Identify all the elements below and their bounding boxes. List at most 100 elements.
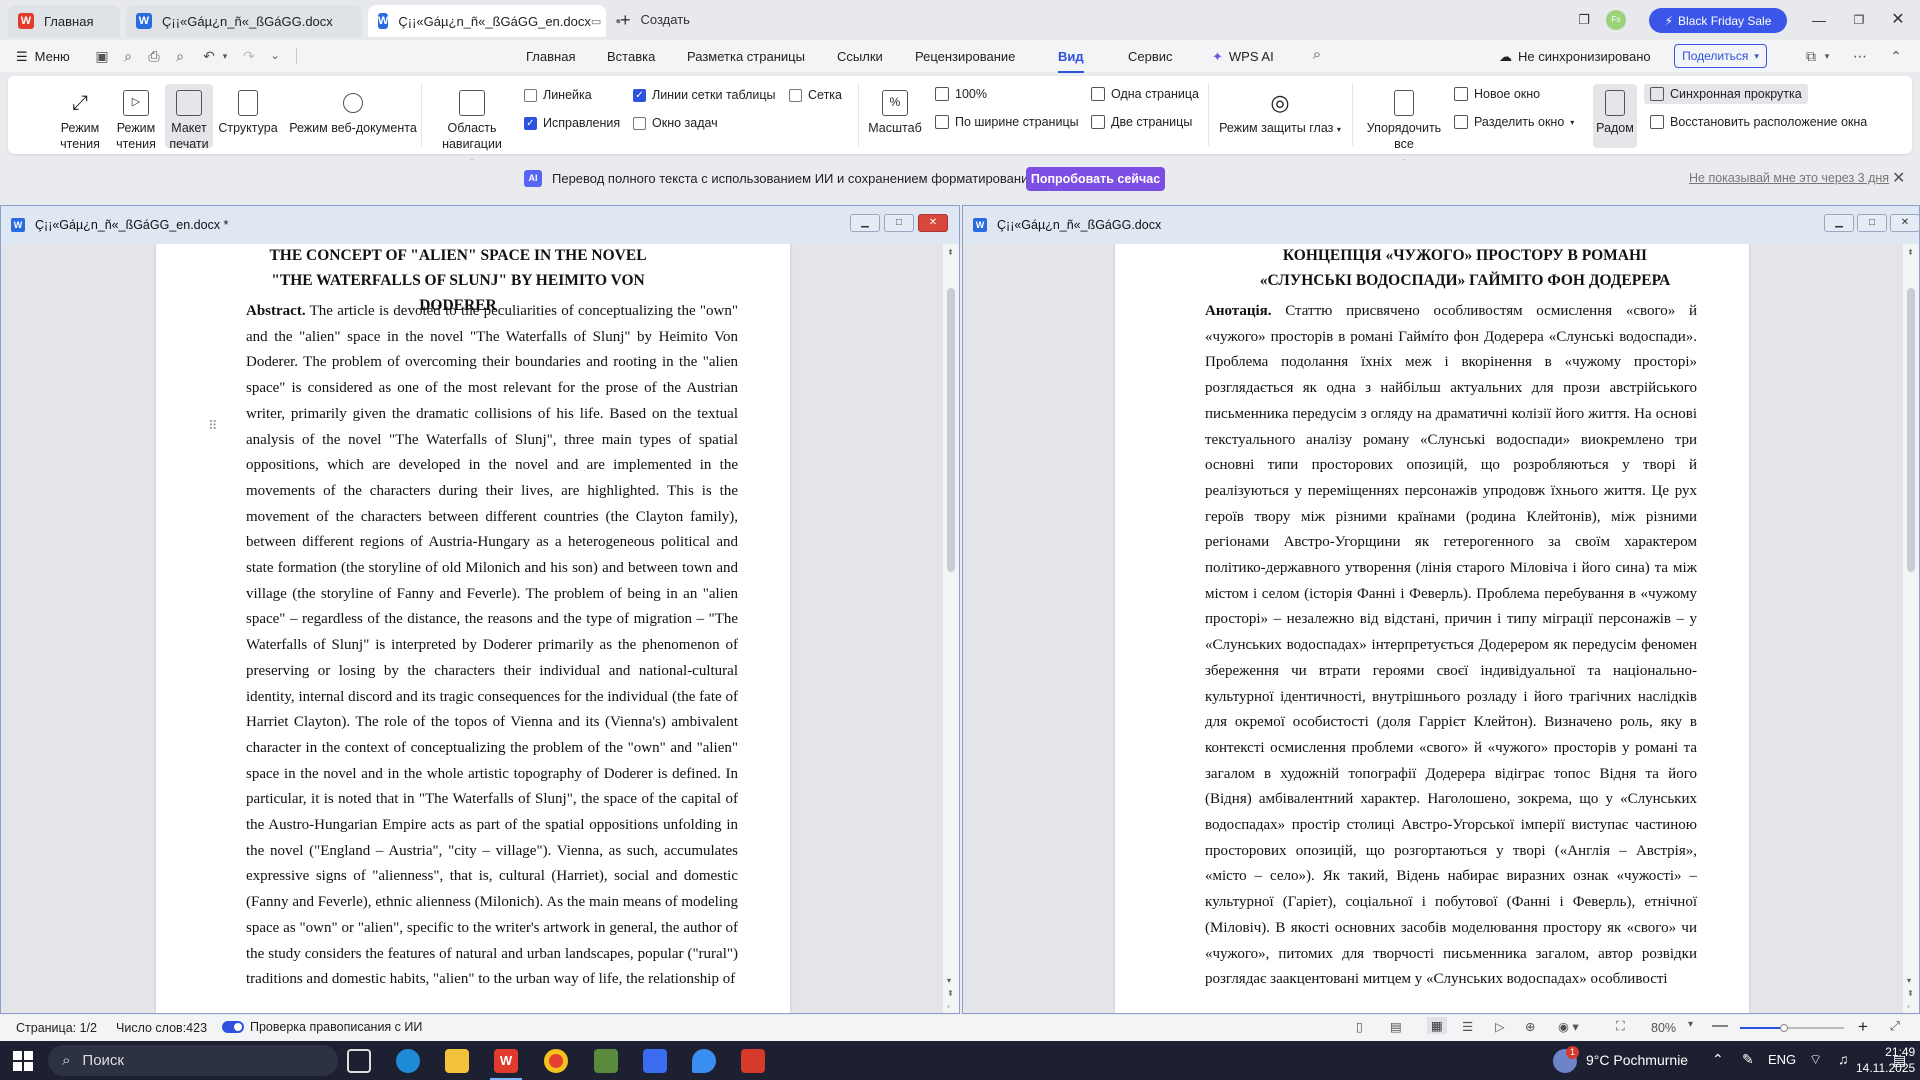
restore-layout-button[interactable]: Восстановить расположение окна: [1650, 115, 1867, 129]
sync-status[interactable]: ☁ Не синхронизировано: [1499, 49, 1651, 65]
try-now-button[interactable]: Попробовать сейчас: [1026, 167, 1165, 191]
outline-icon[interactable]: ☰: [1462, 1019, 1473, 1034]
page-count[interactable]: Страница: 1/2: [16, 1021, 97, 1035]
save-icon[interactable]: ▣: [93, 47, 111, 65]
menu-button[interactable]: ☰ Меню: [16, 49, 70, 65]
eye-protection-button[interactable]: ◎ Режим защиты глаз ▾: [1218, 90, 1342, 138]
collaboration-dropdown-icon[interactable]: ▾: [1818, 47, 1836, 65]
tab-glavnaya[interactable]: Главная: [526, 49, 575, 64]
reading-mode-button-2[interactable]: ▷ Режим чтения: [114, 90, 158, 152]
document-scroll-area-en[interactable]: THE CONCEPT OF "ALIEN" SPACE IN THE NOVE…: [1, 244, 943, 1013]
pane-maximize-icon[interactable]: □: [1857, 214, 1887, 232]
language-indicator[interactable]: ENG: [1768, 1052, 1796, 1067]
zoom-100-button[interactable]: 100%: [935, 87, 987, 101]
clock[interactable]: 21:49 14.11.2025: [1856, 1044, 1915, 1076]
vertical-scrollbar-en[interactable]: ⇞ ▾⇞◦⇟: [943, 244, 959, 1024]
minecraft-icon[interactable]: [594, 1049, 618, 1073]
export-pdf-icon[interactable]: ⌕: [119, 47, 137, 65]
notifications-icon[interactable]: ▤: [1893, 1052, 1906, 1069]
collapse-ribbon-icon[interactable]: ⌃: [1887, 47, 1905, 65]
print-layout-button[interactable]: Макет печати: [165, 84, 213, 151]
fit-page-icon[interactable]: ⛶: [1616, 1019, 1625, 1034]
scrollbar-thumb-en[interactable]: [947, 288, 955, 572]
structure-button[interactable]: Структура: [216, 90, 280, 136]
task-pane-checkbox[interactable]: Окно задач: [633, 116, 718, 130]
tab-review[interactable]: Рецензирование: [915, 49, 1015, 64]
tab-links[interactable]: Ссылки: [837, 49, 883, 64]
toggle-switch[interactable]: [222, 1021, 244, 1033]
weather-text[interactable]: 9°C Pochmurnie: [1586, 1052, 1688, 1068]
zoom-button[interactable]: % Масштаб: [866, 90, 924, 136]
redo-icon[interactable]: ↷: [240, 47, 258, 65]
taskbar-search[interactable]: ⌕ Поиск: [48, 1045, 338, 1076]
two-pages-button[interactable]: Две страницы: [1091, 115, 1192, 129]
volume-icon[interactable]: ♫: [1838, 1051, 1849, 1067]
pane-close-icon[interactable]: ✕: [918, 214, 948, 232]
calendar-app-icon[interactable]: [741, 1049, 765, 1073]
scrollbar-thumb-ua[interactable]: [1907, 288, 1915, 572]
avatar[interactable]: Fs: [1606, 10, 1626, 30]
tab-doc-ua[interactable]: W Ç¡¡«Gáµ¿n_ñ«_ßGáGG.docx: [126, 5, 362, 37]
zoom-out-icon[interactable]: —: [1712, 1017, 1728, 1035]
customize-chevron-icon[interactable]: ⌄: [266, 47, 284, 65]
search-icon[interactable]: ⌕: [1308, 46, 1326, 64]
scroll-top-icon[interactable]: ⇞: [947, 248, 954, 257]
one-page-button[interactable]: Одна страница: [1091, 87, 1199, 101]
dont-show-link[interactable]: Не показывай мне это через 3 дня: [1689, 171, 1889, 185]
split-window-button[interactable]: Разделить окно ▾: [1454, 115, 1574, 129]
ruler-checkbox[interactable]: Линейка: [524, 88, 592, 102]
black-friday-button[interactable]: ⚡ Black Friday Sale: [1649, 8, 1787, 33]
new-tab-button[interactable]: + Создать: [620, 11, 690, 29]
web-layout-icon[interactable]: ⊕: [1525, 1019, 1535, 1034]
tab-vstavka[interactable]: Вставка: [607, 49, 655, 64]
undo-dropdown-icon[interactable]: ▾: [216, 47, 234, 65]
share-button[interactable]: Поделиться ▾: [1674, 44, 1767, 68]
windows-start-icon[interactable]: [13, 1051, 33, 1071]
drag-handle-icon[interactable]: ⠿: [208, 418, 218, 434]
tab-home[interactable]: W Главная: [8, 5, 120, 37]
chrome-icon[interactable]: [544, 1049, 568, 1073]
spellcheck-toggle[interactable]: Проверка правописания с ИИ: [222, 1020, 422, 1034]
restore-icon[interactable]: ❐: [1849, 10, 1869, 30]
web-mode-button[interactable]: Режим веб-документа: [286, 90, 420, 136]
vertical-scrollbar-ua[interactable]: ⇞ ▾⇞◦⇟: [1903, 244, 1919, 1024]
file-explorer-icon[interactable]: [445, 1049, 469, 1073]
zoom-dropdown-icon[interactable]: ▾: [1688, 1019, 1693, 1030]
tray-chevron-icon[interactable]: ⌃: [1712, 1051, 1724, 1068]
side-by-side-button[interactable]: Радом: [1593, 84, 1637, 148]
task-view-icon[interactable]: [347, 1049, 371, 1073]
window-layout-icon[interactable]: ❐: [1574, 10, 1594, 30]
word-count[interactable]: Число слов:423: [116, 1021, 207, 1035]
print-layout-status-icon[interactable]: ▦: [1427, 1017, 1447, 1034]
fullscreen-icon[interactable]: ⤢: [1890, 1019, 1900, 1034]
wps-office-icon[interactable]: W: [494, 1049, 518, 1073]
print-preview-icon[interactable]: ⌕: [171, 47, 189, 65]
sync-scroll-button[interactable]: Синхронная прокрутка: [1644, 84, 1808, 104]
revisions-checkbox[interactable]: ✓ Исправления: [524, 116, 620, 130]
zoom-in-icon[interactable]: +: [1858, 1017, 1868, 1037]
tab-page-layout[interactable]: Разметка страницы: [687, 49, 805, 64]
play-icon[interactable]: ▷: [1495, 1019, 1505, 1034]
tab-wps-ai[interactable]: ✦ WPS AI: [1212, 49, 1274, 65]
document-scroll-area-ua[interactable]: КОНЦЕПЦІЯ «ЧУЖОГО» ПРОСТОРУ В РОМАНІ «СЛ…: [963, 244, 1903, 1013]
pane-close-icon[interactable]: ✕: [1890, 214, 1920, 232]
pane-minimize-icon[interactable]: ▁: [850, 214, 880, 232]
focus-mode-icon[interactable]: ▯: [1356, 1019, 1363, 1034]
table-gridlines-checkbox[interactable]: ✓ Линии сетки таблицы: [633, 88, 776, 102]
more-icon[interactable]: ⋯: [1851, 47, 1869, 65]
pane-minimize-icon[interactable]: ▁: [1824, 214, 1854, 232]
tab-service[interactable]: Сервис: [1128, 49, 1173, 64]
drop-app-icon[interactable]: [692, 1049, 716, 1073]
pen-icon[interactable]: ✎: [1742, 1051, 1754, 1068]
close-icon[interactable]: ✕: [1888, 10, 1908, 30]
tab-view[interactable]: Вид: [1058, 49, 1084, 73]
close-notification-icon[interactable]: ✕: [1892, 168, 1905, 188]
print-icon[interactable]: ⎙: [145, 47, 163, 65]
page-width-button[interactable]: По ширине страницы: [935, 115, 1079, 129]
tab-doc-en[interactable]: W Ç¡¡«Gáµ¿n_ñ«_ßGáGG_en.docx ▭ ●: [368, 5, 621, 37]
pane-maximize-icon[interactable]: □: [884, 214, 914, 232]
page-mode-icon[interactable]: ▤: [1390, 1019, 1402, 1034]
reading-mode-button-1[interactable]: ⤢ Режим чтения: [58, 90, 102, 152]
grid-checkbox[interactable]: Сетка: [789, 88, 842, 102]
nav-area-button[interactable]: Область навигации ▾: [434, 90, 510, 170]
